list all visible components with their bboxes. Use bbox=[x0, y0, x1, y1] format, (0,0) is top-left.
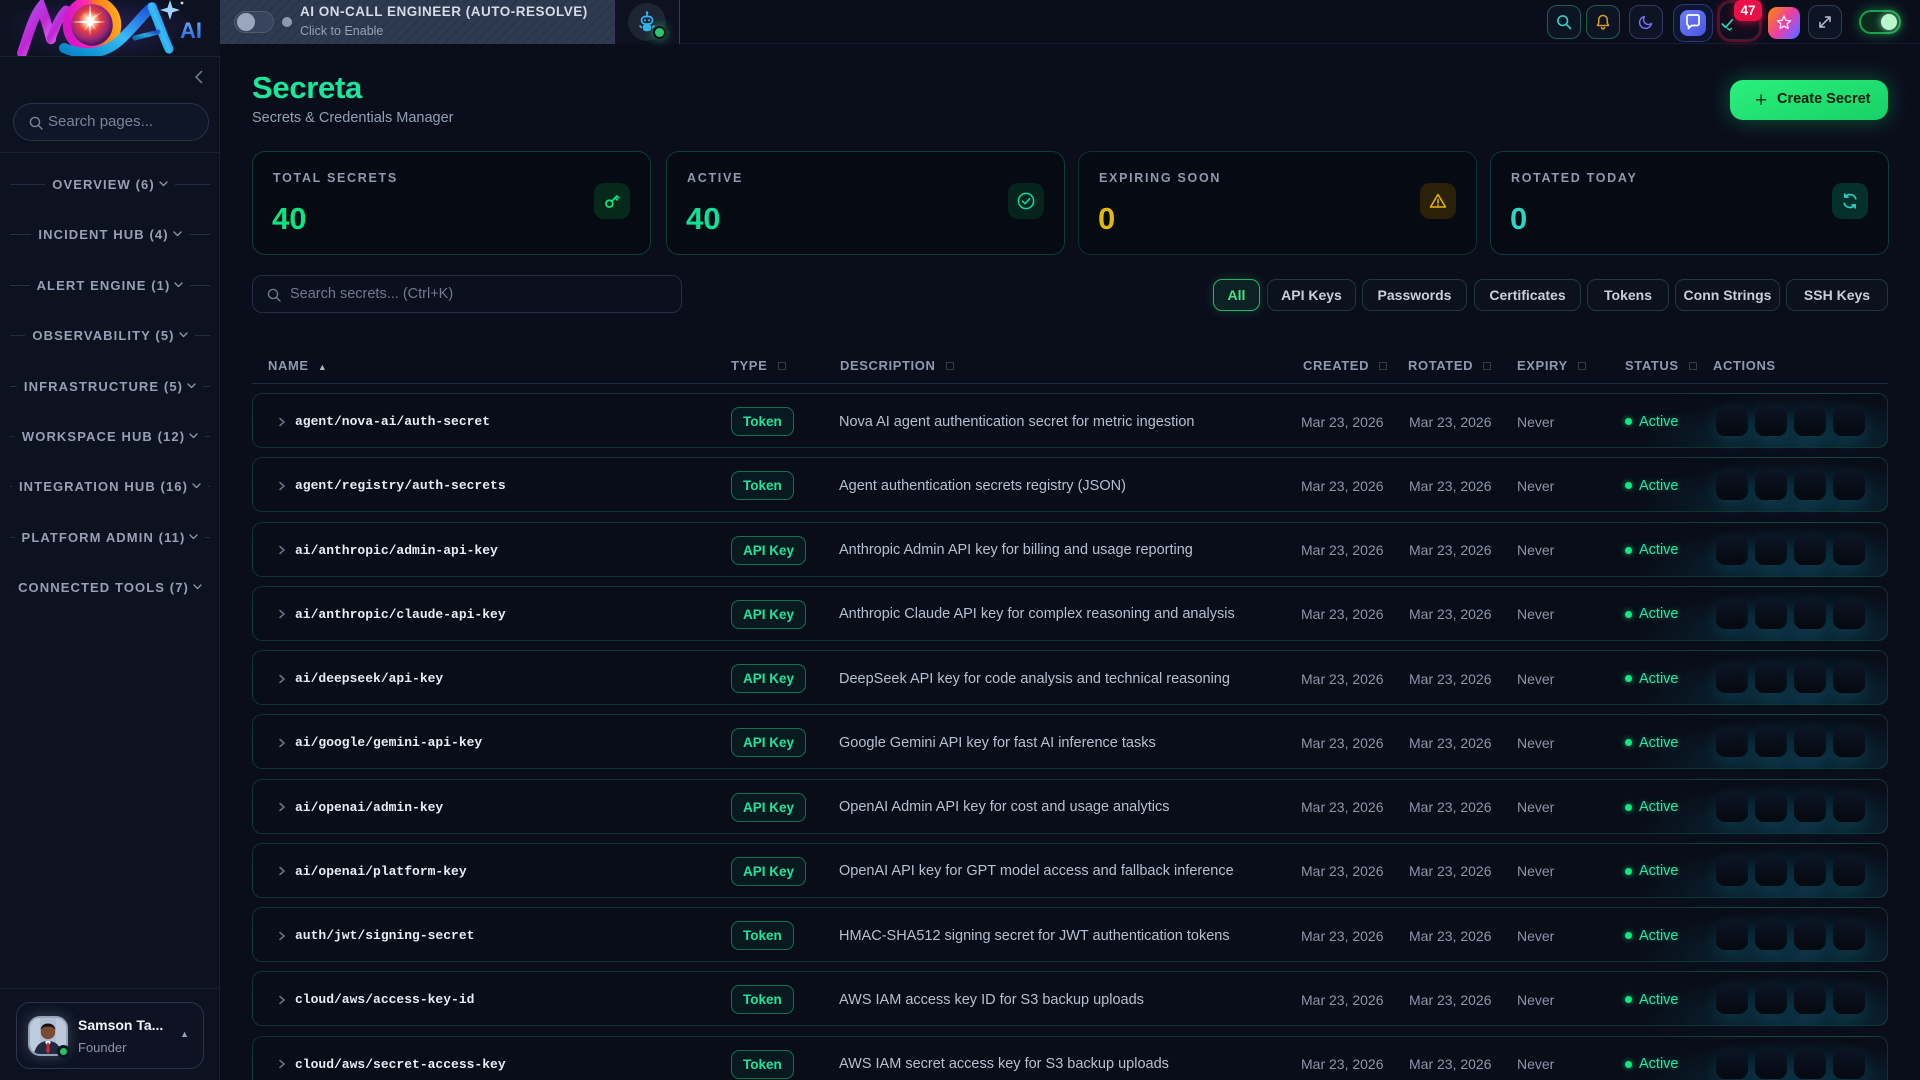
svg-text:AI: AI bbox=[180, 18, 202, 43]
